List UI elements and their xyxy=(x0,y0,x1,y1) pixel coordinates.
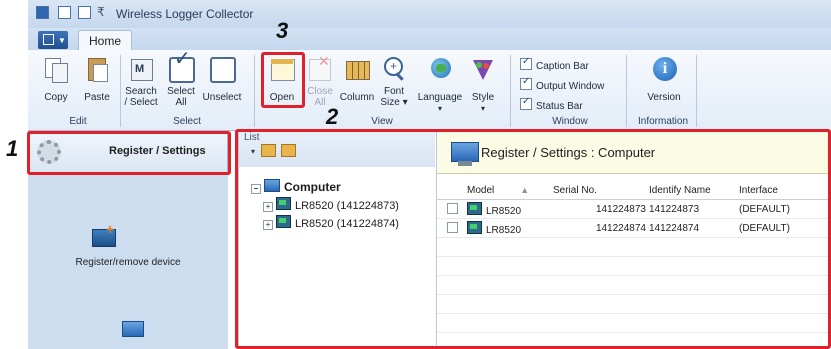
copy-button[interactable]: Copy xyxy=(42,56,70,103)
computer-icon xyxy=(122,321,144,337)
output-window-checkbox[interactable]: Output Window xyxy=(520,76,604,92)
language-button[interactable]: Language ▾ xyxy=(416,56,464,114)
caption-bar-checkbox[interactable]: Caption Bar xyxy=(520,56,589,72)
app-icon[interactable] xyxy=(36,6,49,19)
column-icon xyxy=(344,56,370,82)
quick-access-dropdown-icon[interactable]: ₹ xyxy=(97,5,105,19)
chevron-down-icon: ▼ xyxy=(58,36,66,45)
window-title: Wireless Logger Collector xyxy=(116,7,254,21)
title-bar: ₹ Wireless Logger Collector xyxy=(28,0,831,29)
highlight-register-settings xyxy=(27,131,231,175)
checkbox-empty-icon xyxy=(209,56,236,83)
checkbox-checked-icon: ✓ xyxy=(168,49,195,83)
group-label-edit: Edit xyxy=(69,116,87,127)
binoculars-icon: M xyxy=(128,56,154,82)
callout-3: 3 xyxy=(276,18,289,43)
column-button[interactable]: Column xyxy=(339,56,375,103)
ribbon: Copy Paste Edit M Search / Select ✓ Selec… xyxy=(28,49,831,131)
tab-home[interactable]: Home xyxy=(78,30,132,52)
square-icon[interactable] xyxy=(78,6,91,19)
ribbon-tab-row: ▼ Home xyxy=(28,28,831,52)
info-icon: i xyxy=(651,56,677,82)
group-separator xyxy=(510,55,511,127)
select-all-button[interactable]: ✓ Select All xyxy=(166,49,196,108)
highlight-open xyxy=(261,52,305,108)
register-remove-device-button[interactable]: + Register/remove device xyxy=(28,173,228,349)
group-label-select: Select xyxy=(173,116,201,127)
checkbox-checked-icon xyxy=(520,56,532,70)
group-label-information: Information xyxy=(637,116,689,127)
group-separator xyxy=(696,55,697,127)
unselect-button[interactable]: Unselect xyxy=(199,56,245,103)
search-select-button[interactable]: M Search / Select xyxy=(123,56,159,108)
zoom-icon: + xyxy=(381,56,407,82)
copy-icon xyxy=(43,56,69,83)
group-label-window: Window xyxy=(552,116,588,127)
checkbox-checked-icon xyxy=(520,96,532,110)
callout-1: 1 xyxy=(6,136,19,161)
register-remove-label: Register/remove device xyxy=(75,257,181,268)
status-bar-checkbox[interactable]: Status Bar xyxy=(520,96,583,112)
application-menu-button[interactable]: ▼ xyxy=(38,31,68,49)
close-all-button[interactable]: ✕ Close All xyxy=(306,54,334,108)
paste-icon xyxy=(84,56,110,82)
group-separator xyxy=(626,55,627,127)
app-menu-icon xyxy=(43,34,54,45)
group-separator xyxy=(120,55,121,127)
style-button[interactable]: Style ▾ xyxy=(466,56,500,114)
style-icon xyxy=(470,56,496,82)
callout-2: 2 xyxy=(326,104,339,129)
add-device-icon: + xyxy=(92,221,116,247)
group-separator xyxy=(254,55,255,127)
close-window-icon: ✕ xyxy=(307,54,333,82)
paste-button[interactable]: Paste xyxy=(80,56,114,103)
check-icon[interactable] xyxy=(58,6,71,19)
highlight-list-and-detail xyxy=(235,129,831,349)
font-size-button[interactable]: + Font Size ▾ xyxy=(378,56,410,108)
group-label-view: View xyxy=(371,116,393,127)
checkbox-checked-icon xyxy=(520,76,532,90)
globe-icon xyxy=(427,56,453,82)
version-button[interactable]: i Version xyxy=(642,56,686,103)
